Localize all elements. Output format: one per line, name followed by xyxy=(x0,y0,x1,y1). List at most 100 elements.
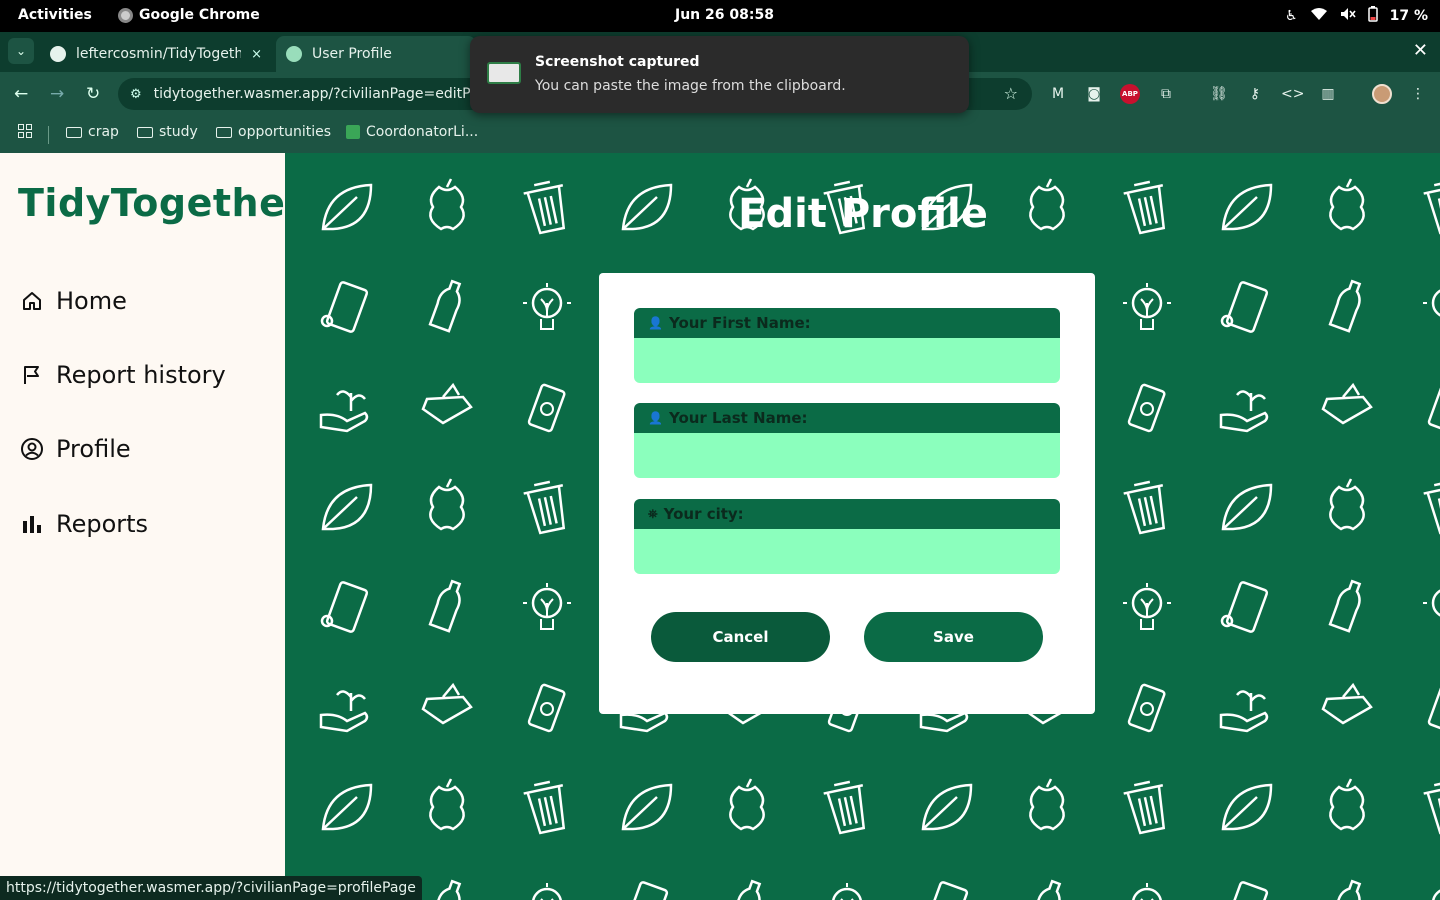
system-tray[interactable]: ♿ 17 % xyxy=(1285,6,1428,26)
city-field: ⛯ Your city: xyxy=(634,499,1060,574)
link-icon[interactable]: ⛓ xyxy=(1209,84,1229,104)
eco-bulb-icon xyxy=(1432,889,1440,900)
bookmark-opportunities[interactable]: opportunities xyxy=(216,124,331,140)
bookmark-study[interactable]: study xyxy=(137,124,198,140)
url-text: tidytogether.wasmer.app/?civilianPage=ed… xyxy=(153,86,515,102)
last-name-input[interactable] xyxy=(634,433,1060,478)
brand-logo[interactable]: TidyTogether xyxy=(18,181,305,225)
bar-chart-icon xyxy=(20,512,44,536)
bookmark-label: opportunities xyxy=(238,124,332,140)
tab-github[interactable]: leftercosmin/TidyTogeth × xyxy=(40,36,272,72)
eco-battery-icon xyxy=(527,683,566,733)
save-button[interactable]: Save xyxy=(864,612,1043,662)
folder-icon xyxy=(216,126,232,138)
eco-leaf-icon xyxy=(921,783,973,831)
web-page: TidyTogether Home Report history Profile… xyxy=(0,153,1440,900)
user-circle-icon xyxy=(20,437,44,461)
page-title: Edit Profile xyxy=(738,191,988,237)
field-label: 👤 Your Last Name: xyxy=(634,403,1060,433)
reload-icon[interactable]: ↻ xyxy=(86,84,100,104)
eco-bulb-icon xyxy=(1423,289,1440,317)
accessibility-icon[interactable]: ♿ xyxy=(1285,8,1298,24)
sidebar-item-home[interactable]: Home xyxy=(20,287,127,315)
eco-recycle-icon xyxy=(320,581,369,633)
app-menu[interactable]: Google Chrome xyxy=(118,7,260,23)
bookmark-separator xyxy=(48,126,49,144)
eco-bin-icon xyxy=(1423,180,1440,235)
bookmark-label: CoordonatorLi... xyxy=(366,124,479,140)
forward-arrow-icon[interactable]: → xyxy=(50,84,64,104)
code-icon[interactable]: <> xyxy=(1281,84,1304,104)
eco-bin-icon xyxy=(523,180,566,235)
eco-leaf-icon xyxy=(321,483,373,531)
cancel-button[interactable]: Cancel xyxy=(651,612,830,662)
eco-bottle-icon xyxy=(728,879,762,900)
edit-profile-form: 👤 Your First Name: 👤 Your Last Name: ⛯ Y… xyxy=(599,273,1095,714)
eco-apple-icon xyxy=(429,178,465,231)
eco-bottle-icon xyxy=(428,579,462,633)
github-icon xyxy=(50,46,66,62)
eco-apple-icon xyxy=(1329,178,1365,231)
screenshot-notification[interactable]: Screenshot captured You can paste the im… xyxy=(470,36,969,113)
eco-battery-icon xyxy=(1427,383,1440,433)
tab-search-button[interactable]: ⌄ xyxy=(8,38,34,64)
tab-user-profile[interactable]: User Profile xyxy=(276,36,476,72)
password-key-icon[interactable]: ⚷ xyxy=(1245,84,1265,104)
eco-hand-icon xyxy=(1219,390,1269,433)
tab-title: leftercosmin/TidyTogeth xyxy=(76,46,242,62)
wifi-icon xyxy=(1310,7,1328,25)
eco-recycle-icon xyxy=(320,281,369,333)
eco-boat-icon xyxy=(1321,382,1373,425)
field-label-text: Your First Name: xyxy=(668,314,811,332)
eco-bulb-icon xyxy=(1123,583,1171,630)
close-tab-icon[interactable]: × xyxy=(251,47,262,62)
more-menu-icon[interactable]: ⋮ xyxy=(1408,84,1428,104)
eco-battery-icon xyxy=(1427,683,1440,733)
extensions-puzzle-icon[interactable]: ⧉ xyxy=(1156,84,1176,104)
eco-hand-icon xyxy=(319,390,369,433)
eco-boat-icon xyxy=(1321,682,1373,725)
apps-grid-icon[interactable] xyxy=(18,124,32,138)
eco-recycle-icon xyxy=(925,881,969,900)
eco-bulb-icon xyxy=(1132,883,1162,900)
extension-m-icon[interactable]: M xyxy=(1048,84,1068,104)
sidebar-item-profile[interactable]: Profile xyxy=(20,435,131,463)
clock[interactable]: Jun 26 08:58 xyxy=(675,7,774,23)
location-person-icon: ⛯ xyxy=(648,506,658,521)
activities-button[interactable]: Activities xyxy=(18,7,92,23)
eco-boat-icon xyxy=(421,682,473,725)
eco-leaf-icon xyxy=(621,783,673,831)
extension-glasses-icon[interactable]: ◙ xyxy=(1084,84,1104,104)
window-close-icon[interactable]: ✕ xyxy=(1413,40,1428,61)
bookmark-crap[interactable]: crap xyxy=(66,124,119,140)
bookmark-coordonator[interactable]: CoordonatorLi... xyxy=(346,124,478,140)
eco-hand-icon xyxy=(319,690,369,733)
adblock-icon[interactable]: ABP xyxy=(1120,84,1140,104)
eco-apple-icon xyxy=(429,478,465,531)
side-panel-icon[interactable]: ▥ xyxy=(1318,84,1338,104)
eco-battery-icon xyxy=(527,383,566,433)
city-input[interactable] xyxy=(634,529,1060,574)
profile-avatar[interactable] xyxy=(1372,84,1392,104)
bookmark-label: crap xyxy=(88,124,119,140)
eco-leaf-icon xyxy=(1221,783,1273,831)
last-name-field: 👤 Your Last Name: xyxy=(634,403,1060,478)
sidebar-item-label: Reports xyxy=(56,510,149,538)
folder-icon xyxy=(137,126,153,138)
person-icon: 👤 xyxy=(648,316,663,330)
first-name-input[interactable] xyxy=(634,338,1060,383)
sidebar-item-reports[interactable]: Reports xyxy=(20,510,148,538)
eco-leaf-icon xyxy=(321,183,373,231)
eco-bulb-icon xyxy=(1123,283,1171,330)
eco-battery-icon xyxy=(1127,683,1166,733)
eco-leaf-icon xyxy=(1221,483,1273,531)
eco-apple-icon xyxy=(1329,478,1365,531)
sidebar-item-report-history[interactable]: Report history xyxy=(20,361,226,389)
eco-bulb-icon xyxy=(832,883,862,900)
eco-bin-icon xyxy=(1423,780,1440,835)
bookmark-star-icon[interactable]: ☆ xyxy=(1004,84,1018,103)
first-name-field: 👤 Your First Name: xyxy=(634,308,1060,383)
site-info-icon[interactable]: ⚙ xyxy=(130,87,142,102)
back-arrow-icon[interactable]: ← xyxy=(14,84,28,104)
volume-muted-icon xyxy=(1340,7,1356,25)
